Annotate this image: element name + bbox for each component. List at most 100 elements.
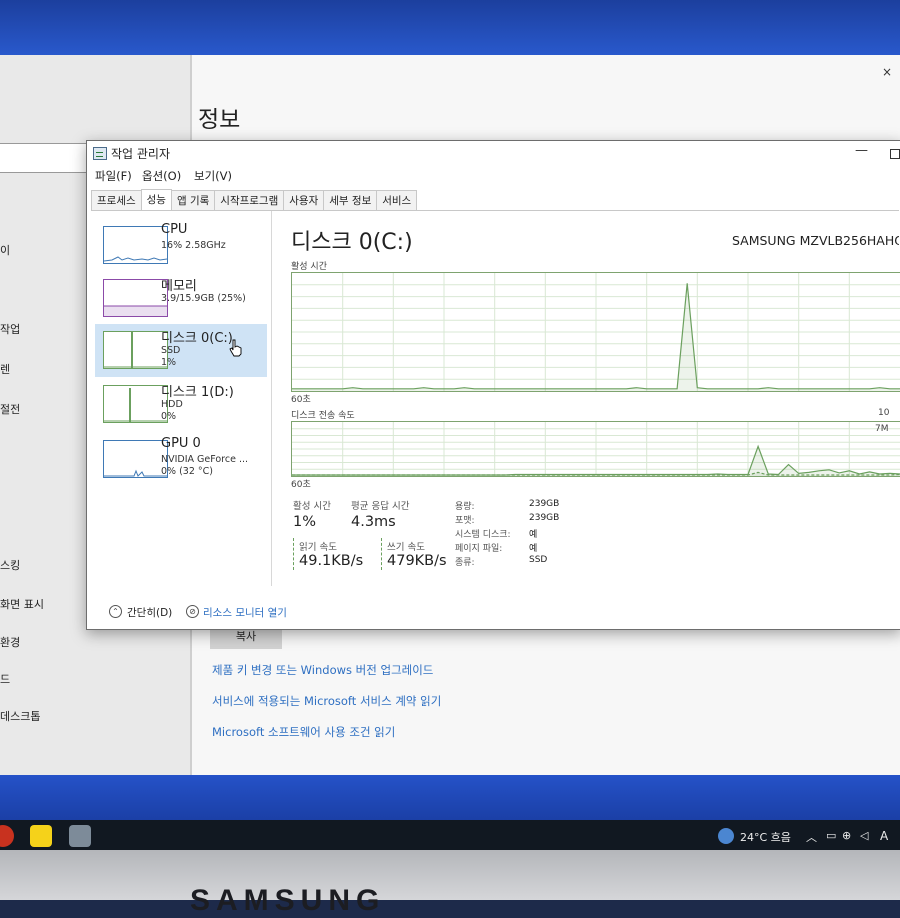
samsung-logo: SAMSUNG [190,884,386,917]
task-manager-footer: ⌃ 간단히(D) ⊘ 리소스 모니터 열기 [87,593,900,627]
performance-panel: CPU 16% 2.58GHz 메모리 3.9/15.9GB (25%) 디스크… [91,210,900,586]
menubar: 파일(F) 옵션(O) 보기(V) [87,165,900,187]
system-disk-value: 예 [529,530,538,540]
tab-app-history[interactable]: 앱 기록 [170,190,216,210]
resource-detail: HDD [161,399,183,410]
transfer-rate-chart-max: 10 [878,408,890,418]
resource-item-gpu0[interactable]: GPU 0 NVIDIA GeForce ... 0% (32 °C) [95,433,267,486]
volume-icon[interactable]: ◁ [860,829,868,842]
maximize-icon[interactable] [890,149,900,159]
settings-page-title: 정보 [198,107,241,133]
ime-indicator[interactable]: A [880,829,888,843]
upgrade-windows-link[interactable]: 제품 키 변경 또는 Windows 버전 업그레이드 [212,662,433,678]
system-disk-label: 시스템 디스크: [455,530,511,540]
open-resource-monitor-link[interactable]: 리소스 모니터 열기 [203,605,287,620]
formatted-value: 239GB [529,513,560,523]
kakaotalk-icon[interactable] [30,825,52,847]
settings-nav-item[interactable]: 절전 [0,401,20,417]
read-speed-separator [293,538,294,570]
resource-list: CPU 16% 2.58GHz 메모리 3.9/15.9GB (25%) 디스크… [91,211,272,586]
taskbar-app-icon[interactable] [0,825,14,847]
settings-close-icon[interactable]: × [882,65,892,79]
type-label: 종류: [455,558,475,568]
service-agreement-link[interactable]: 서비스에 적용되는 Microsoft 서비스 계약 읽기 [212,693,441,709]
hand-cursor-icon [229,339,242,357]
active-time-chart-svg [292,273,900,391]
tab-users[interactable]: 사용자 [283,190,325,210]
active-time-chart [291,272,900,392]
settings-nav-item[interactable]: 드 [0,671,10,687]
disk1-thumbnail [103,385,168,423]
transfer-rate-chart-max-secondary: 7M [875,424,889,434]
settings-nav-item[interactable]: 스킹 [0,557,20,573]
tab-performance[interactable]: 성능 [140,189,172,209]
tab-services[interactable]: 서비스 [376,190,418,210]
globe-icon[interactable]: ⊕ [842,829,851,842]
network-icon[interactable]: ▭ [826,829,836,842]
window-title: 작업 관리자 [111,147,171,161]
resource-item-memory[interactable]: 메모리 3.9/15.9GB (25%) [95,272,267,325]
resource-usage: 0% [161,411,177,422]
transfer-rate-chart-label: 디스크 전송 속도 [291,411,355,421]
license-terms-link[interactable]: Microsoft 소프트웨어 사용 조건 읽기 [212,724,395,740]
laptop-bezel: SAMSUNG [0,850,900,917]
active-time-label: 활성 시간 [293,501,331,512]
settings-nav-item[interactable]: 렌 [0,361,10,377]
write-speed-value: 479KB/s [387,553,447,569]
taskbar: 24°C 흐음 ︿ ▭ ⊕ ◁ A [0,820,900,852]
settings-nav-item[interactable]: 작업 [0,321,20,337]
read-speed-label: 읽기 속도 [299,542,337,553]
settings-nav-item[interactable]: 환경 [0,634,20,650]
write-speed-separator [381,538,382,570]
resource-name: 디스크 0(C:) [161,331,233,346]
resource-item-disk1[interactable]: 디스크 1(D:) HDD 0% [95,378,267,431]
transfer-rate-chart-timespan: 60초 [291,480,311,490]
weather-icon[interactable] [718,828,734,844]
settings-nav-item[interactable]: 이 [0,242,10,258]
active-time-chart-label: 활성 시간 [291,262,327,272]
resource-detail: SSD [161,345,181,356]
tab-processes[interactable]: 프로세스 [91,190,142,210]
settings-nav-item[interactable]: 데스크톱 [0,708,40,724]
capacity-value: 239GB [529,499,560,509]
resource-detail: NVIDIA GeForce ... [161,454,249,465]
disk-detail-panel: 디스크 0(C:) SAMSUNG MZVLB256HAHQ 활성 시간 60초… [277,211,900,586]
resource-detail: 16% 2.58GHz [161,240,226,251]
fewer-details-button[interactable]: 간단히(D) [127,605,172,620]
write-speed-label: 쓰기 속도 [387,542,425,553]
resource-item-cpu[interactable]: CPU 16% 2.58GHz [95,219,267,272]
disk-model: SAMSUNG MZVLB256HAHQ [732,233,899,248]
task-manager-taskbar-icon[interactable] [69,825,91,847]
active-time-value: 1% [293,514,317,530]
show-hidden-icons-icon[interactable]: ︿ [806,829,817,845]
gpu0-thumbnail [103,440,168,478]
desktop-background-top [0,0,900,60]
chevron-up-icon[interactable]: ⌃ [109,605,122,618]
tab-details[interactable]: 세부 정보 [323,190,378,210]
response-time-label: 평균 응답 시간 [351,501,410,512]
formatted-label: 포맷: [455,516,475,526]
disk-title: 디스크 0(C:) [291,230,413,255]
settings-nav-item[interactable]: 화면 표시 [0,596,44,612]
tab-startup[interactable]: 시작프로그램 [214,190,285,210]
settings-search-input[interactable] [0,143,89,173]
menu-options[interactable]: 옵션(O) [142,168,181,184]
menu-view[interactable]: 보기(V) [194,168,232,184]
resource-monitor-icon: ⊘ [186,605,199,618]
read-speed-value: 49.1KB/s [299,553,364,569]
task-manager-app-icon [93,147,107,160]
resource-name: 디스크 1(D:) [161,385,234,400]
tab-strip: 프로세스 성능 앱 기록 시작프로그램 사용자 세부 정보 서비스 [91,189,418,210]
page-file-value: 예 [529,544,538,554]
memory-thumbnail [103,279,168,317]
task-manager-titlebar[interactable]: 작업 관리자 — [87,141,900,165]
menu-file[interactable]: 파일(F) [95,168,132,184]
resource-name: GPU 0 [161,436,201,451]
task-manager-window: 작업 관리자 — 파일(F) 옵션(O) 보기(V) 프로세스 성능 앱 기록 … [86,140,900,630]
resource-usage: 0% (32 °C) [161,466,213,477]
weather-text[interactable]: 24°C 흐음 [740,829,791,845]
response-time-value: 4.3ms [351,514,396,530]
resource-name: CPU [161,222,188,237]
minimize-icon[interactable]: — [855,143,868,158]
desktop-background-bottom [0,775,900,823]
